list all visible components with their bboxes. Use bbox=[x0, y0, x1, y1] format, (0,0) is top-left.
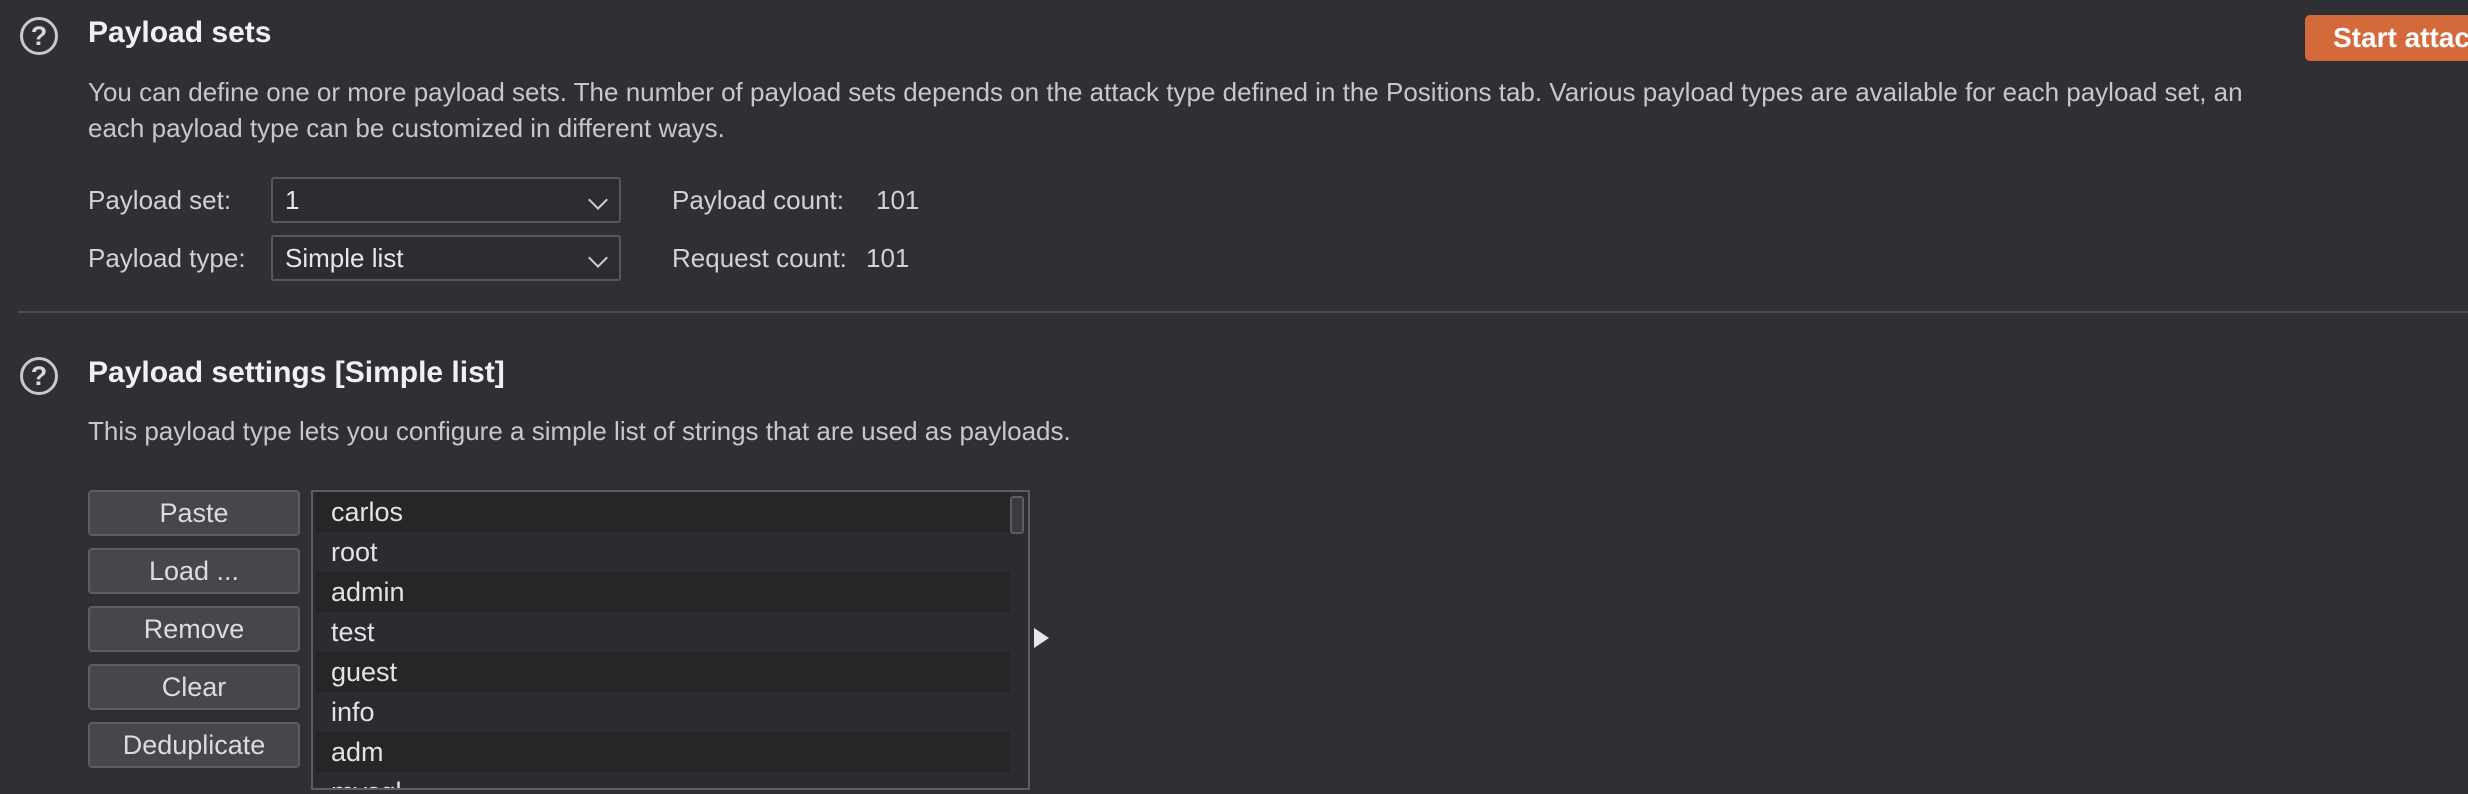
request-count-label: Request count: bbox=[672, 243, 847, 273]
chevron-down-icon bbox=[588, 190, 608, 210]
payload-set-label: Payload set: bbox=[88, 185, 232, 215]
request-count-value: 101 bbox=[866, 243, 910, 273]
triangle-right-icon[interactable] bbox=[1034, 628, 1049, 648]
chevron-down-icon bbox=[588, 248, 608, 268]
help-icon[interactable]: ? bbox=[20, 17, 58, 55]
list-item[interactable]: root bbox=[315, 532, 1010, 572]
deduplicate-button[interactable]: Deduplicate bbox=[88, 722, 300, 768]
payload-list[interactable]: carlos root admin test guest info adm my… bbox=[311, 490, 1030, 790]
payload-set-select[interactable]: 1 bbox=[271, 177, 621, 223]
section-divider bbox=[18, 311, 2468, 313]
list-item[interactable]: guest bbox=[315, 652, 1010, 692]
payload-type-value: Simple list bbox=[285, 243, 404, 273]
list-item[interactable]: test bbox=[315, 612, 1010, 652]
help-icon[interactable]: ? bbox=[20, 357, 58, 395]
payload-count-label: Payload count: bbox=[672, 185, 845, 215]
clear-button[interactable]: Clear bbox=[88, 664, 300, 710]
list-scrollbar[interactable] bbox=[1010, 496, 1024, 534]
payload-count-value: 101 bbox=[876, 185, 920, 215]
load-button[interactable]: Load ... bbox=[88, 548, 300, 594]
payload-type-label: Payload type: bbox=[88, 243, 246, 273]
remove-button[interactable]: Remove bbox=[88, 606, 300, 652]
payload-type-select[interactable]: Simple list bbox=[271, 235, 621, 281]
list-item[interactable]: mysql bbox=[315, 772, 1010, 788]
payload-sets-description-line1: You can define one or more payload sets.… bbox=[88, 77, 2243, 107]
start-attack-button[interactable]: Start attac bbox=[2305, 15, 2468, 61]
list-item[interactable]: admin bbox=[315, 572, 1010, 612]
paste-button[interactable]: Paste bbox=[88, 490, 300, 536]
payload-settings-description: This payload type lets you configure a s… bbox=[88, 416, 1071, 446]
payload-set-value: 1 bbox=[285, 185, 300, 215]
list-item[interactable]: adm bbox=[315, 732, 1010, 772]
intruder-payloads-panel: ? Payload sets Start attac You can defin… bbox=[0, 0, 2468, 794]
payload-sets-title: Payload sets bbox=[88, 16, 272, 49]
list-item[interactable]: info bbox=[315, 692, 1010, 732]
payload-sets-description-line2: each payload type can be customized in d… bbox=[88, 113, 725, 143]
list-item[interactable]: carlos bbox=[315, 492, 1010, 532]
payload-settings-title: Payload settings [Simple list] bbox=[88, 356, 505, 389]
